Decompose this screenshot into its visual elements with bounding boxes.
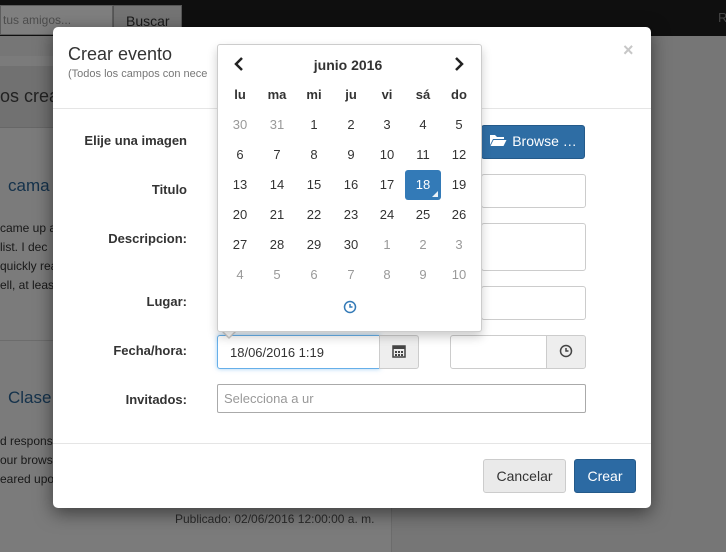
calendar-day[interactable]: 1 [369,230,405,260]
calendar-day[interactable]: 10 [369,140,405,170]
calendar-day[interactable]: 24 [369,200,405,230]
calendar-day[interactable]: 11 [405,140,441,170]
date-field[interactable]: 18/06/2016 1:19 [217,335,380,369]
cancel-button[interactable]: Cancelar [483,459,566,493]
calendar-day[interactable]: 6 [296,260,332,290]
calendar-day[interactable]: 19 [441,170,477,200]
previous-month-button[interactable] [224,55,254,75]
calendar-day[interactable]: 2 [405,230,441,260]
calendar-day[interactable]: 22 [296,200,332,230]
calendar-day[interactable]: 15 [296,170,332,200]
calendar-day[interactable]: 7 [259,140,295,170]
calendar-day[interactable]: 6 [222,140,258,170]
time-field[interactable] [450,335,547,369]
calendar-day[interactable]: 30 [222,110,258,140]
guests-select[interactable]: Selecciona a ur [217,384,586,413]
label-place: Lugar: [146,294,187,309]
calendar-day[interactable]: 10 [441,260,477,290]
calendar-day[interactable]: 9 [405,260,441,290]
calendar-day[interactable]: 27 [222,230,258,260]
calendar-day[interactable]: 29 [296,230,332,260]
browse-button-label: Browse … [512,133,577,149]
folder-open-icon [489,133,507,150]
calendar-day[interactable]: 14 [259,170,295,200]
calendar-day[interactable]: 9 [333,140,369,170]
clock-icon[interactable] [343,300,359,316]
clock-icon [559,344,573,361]
title-field[interactable] [481,174,586,208]
calendar-day[interactable]: 31 [259,110,295,140]
calendar-day[interactable]: 3 [441,230,477,260]
calendar-day[interactable]: 21 [259,200,295,230]
weekday-header: lu [234,87,246,102]
label-title: Titulo [151,182,187,197]
label-image: Elije una imagen [84,133,187,148]
calendar-day[interactable]: 28 [259,230,295,260]
create-button[interactable]: Crear [574,459,636,493]
label-datetime: Fecha/hora: [113,343,187,358]
weekday-header: ju [345,87,357,102]
calendar-day[interactable]: 26 [441,200,477,230]
modal-footer: Cancelar Crear [53,443,651,508]
calendar-button[interactable] [379,335,419,369]
calendar-day[interactable]: 5 [259,260,295,290]
label-guests: Invitados: [125,392,187,407]
calendar-day[interactable]: 12 [441,140,477,170]
calendar-day[interactable]: 8 [296,140,332,170]
calendar-day[interactable]: 20 [222,200,258,230]
weekday-header: vi [381,87,393,102]
calendar-day[interactable]: 2 [333,110,369,140]
calendar-day[interactable]: 7 [333,260,369,290]
chevron-left-icon [234,56,244,74]
calendar-day[interactable]: 3 [369,110,405,140]
weekday-header: sá [415,87,431,102]
weekday-header: do [451,87,467,102]
calendar-day[interactable]: 4 [405,110,441,140]
month-year-label[interactable]: junio 2016 [278,57,418,73]
calendar-day[interactable]: 23 [333,200,369,230]
label-description: Descripcion: [108,231,187,246]
calendar-day[interactable]: 30 [333,230,369,260]
calendar-day[interactable]: 16 [333,170,369,200]
selected-day[interactable]: 18 [405,170,441,200]
next-month-button[interactable] [444,55,474,75]
modal-title: Crear evento [68,44,173,64]
calendar-day[interactable]: 5 [441,110,477,140]
time-picker-button[interactable] [546,335,586,369]
browse-button[interactable]: Browse … [481,125,585,159]
calendar-day[interactable]: 17 [369,170,405,200]
modal-subtitle: (Todos los campos con nece [68,68,208,80]
place-field[interactable] [481,286,586,320]
calendar-day[interactable]: 1 [296,110,332,140]
calendar-day[interactable]: 8 [369,260,405,290]
chevron-right-icon [454,56,464,74]
calendar-icon [392,344,406,361]
calendar-day[interactable]: 4 [222,260,258,290]
calendar-day[interactable]: 13 [222,170,258,200]
calendar-day[interactable]: 25 [405,200,441,230]
weekday-header: ma [267,87,287,102]
close-icon[interactable]: × [623,40,634,61]
weekday-header: mi [306,87,322,102]
datepicker-popup: junio 2016 lu ma mi ju vi sá do 30 31 1 2 3 4 5 6 7 8 9 10… [217,44,482,332]
description-field[interactable] [481,223,586,271]
